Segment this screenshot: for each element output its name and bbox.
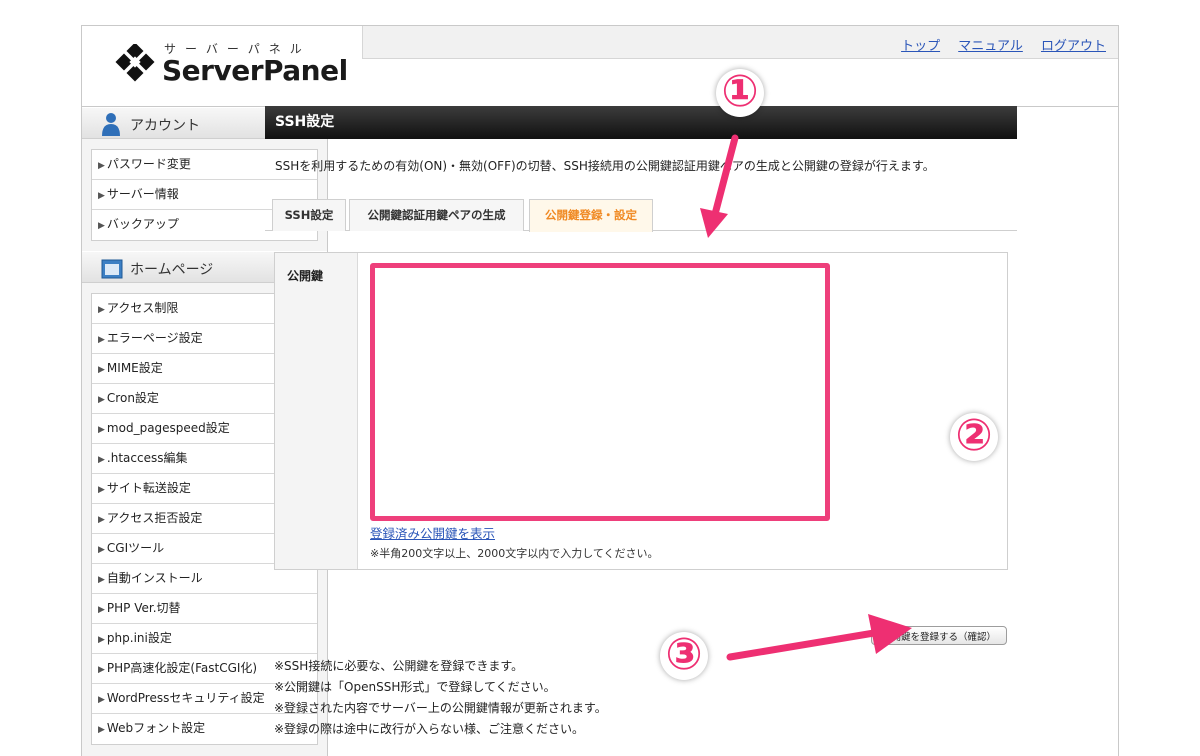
- sidebar-item-label: アクセス制限: [106, 301, 179, 315]
- sidebar-item-label: Cron設定: [106, 391, 159, 405]
- sidebar-section-title: ホームページ: [130, 262, 214, 278]
- sidebar-item-label: CGIツール: [106, 541, 165, 555]
- arrow-icon: ▶: [98, 335, 105, 345]
- public-key-form: 公開鍵 登録済み公開鍵を表示 ※半角200文字以上、2000文字以内で入力してく…: [274, 252, 1008, 570]
- sidebar-section-title: アカウント: [130, 118, 200, 134]
- note-line: ※公開鍵は「OpenSSH形式」で登録してください。: [274, 680, 556, 694]
- homepage-icon: [101, 259, 123, 279]
- sidebar-item-label: PHP Ver.切替: [106, 601, 181, 615]
- sidebar-item-php-ini[interactable]: ▶ php.ini設定: [92, 624, 317, 654]
- header: サーバーパネル ServerPanel トップ マニュアル ログアウト: [82, 26, 1118, 107]
- sidebar-item-label: パスワード変更: [106, 157, 191, 171]
- sidebar-item-label: php.ini設定: [106, 631, 172, 645]
- sidebar-item-label: PHP高速化設定(FastCGI化): [106, 661, 258, 675]
- sidebar-item-label: mod_pagespeed設定: [106, 421, 230, 435]
- arrow-icon: ▶: [98, 395, 105, 405]
- sidebar-item-label: サーバー情報: [106, 187, 179, 201]
- top-nav: トップ マニュアル ログアウト: [887, 35, 1106, 54]
- arrow-icon: ▶: [98, 575, 105, 585]
- arrow-icon: ▶: [98, 665, 105, 675]
- notes: ※SSH接続に必要な、公開鍵を登録できます。 ※公開鍵は「OpenSSH形式」で…: [274, 656, 607, 740]
- public-key-textarea[interactable]: [370, 263, 830, 521]
- tab-ssh-settings[interactable]: SSH設定: [272, 199, 346, 231]
- logout-link[interactable]: ログアウト: [1041, 39, 1106, 54]
- sidebar-item-label: エラーページ設定: [106, 331, 203, 345]
- arrow-icon: ▶: [98, 605, 105, 615]
- arrow-icon: ▶: [98, 455, 105, 465]
- arrow-icon: ▶: [98, 305, 105, 315]
- arrow-icon: ▶: [98, 425, 105, 435]
- sidebar-item-label: WordPressセキュリティ設定: [106, 691, 265, 705]
- tab-keypair-generation[interactable]: 公開鍵認証用鍵ペアの生成: [349, 199, 524, 231]
- manual-link[interactable]: マニュアル: [958, 39, 1023, 54]
- annotation-badge-3: ③: [660, 632, 708, 680]
- sidebar-item-label: MIME設定: [106, 361, 163, 375]
- input-hint: ※半角200文字以上、2000文字以内で入力してください。: [370, 547, 659, 560]
- main-content: SSH設定 SSHを利用するための有効(ON)・無効(OFF)の切替、SSH接続…: [265, 106, 1017, 736]
- note-line: ※登録の際は途中に改行が入らない様、ご注意ください。: [274, 722, 585, 736]
- arrow-icon: ▶: [98, 365, 105, 375]
- sidebar-item-label: 自動インストール: [106, 571, 203, 585]
- sidebar-item-label: サイト転送設定: [106, 481, 191, 495]
- logo[interactable]: サーバーパネル ServerPanel: [82, 26, 362, 106]
- sidebar-item-php-version[interactable]: ▶ PHP Ver.切替: [92, 594, 317, 624]
- note-line: ※SSH接続に必要な、公開鍵を登録できます。: [274, 659, 524, 673]
- arrow-icon: ▶: [98, 695, 105, 705]
- annotation-badge-2: ②: [950, 413, 998, 461]
- tab-bar: SSH設定 公開鍵認証用鍵ペアの生成 公開鍵登録・設定: [265, 199, 1017, 232]
- arrow-icon: ▶: [98, 635, 105, 645]
- logo-text: ServerPanel: [162, 54, 348, 87]
- logo-diamond-icon: [115, 44, 155, 82]
- sidebar-item-label: バックアップ: [106, 217, 179, 231]
- top-link[interactable]: トップ: [901, 39, 940, 54]
- public-key-label: 公開鍵: [275, 253, 358, 569]
- page-description: SSHを利用するための有効(ON)・無効(OFF)の切替、SSH接続用の公開鍵認…: [275, 159, 935, 173]
- header-bar: トップ マニュアル ログアウト: [362, 26, 1118, 59]
- page-title: SSH設定: [265, 106, 1017, 139]
- arrow-icon: ▶: [98, 545, 105, 555]
- show-registered-keys-link[interactable]: 登録済み公開鍵を表示: [370, 523, 495, 542]
- arrow-icon: ▶: [98, 191, 105, 201]
- register-public-key-button[interactable]: 公開鍵を登録する（確認）: [870, 626, 1007, 645]
- sidebar-item-label: アクセス拒否設定: [106, 511, 203, 525]
- annotation-badge-1: ①: [716, 69, 764, 117]
- user-icon: [102, 113, 120, 136]
- arrow-icon: ▶: [98, 515, 105, 525]
- note-line: ※登録された内容でサーバー上の公開鍵情報が更新されます。: [274, 701, 607, 715]
- sidebar-item-label: .htaccess編集: [106, 451, 188, 465]
- sidebar-item-label: Webフォント設定: [106, 721, 206, 735]
- arrow-icon: ▶: [98, 485, 105, 495]
- tab-public-key-registration[interactable]: 公開鍵登録・設定: [529, 199, 653, 232]
- arrow-icon: ▶: [98, 725, 105, 735]
- arrow-icon: ▶: [98, 161, 105, 171]
- arrow-icon: ▶: [98, 221, 105, 231]
